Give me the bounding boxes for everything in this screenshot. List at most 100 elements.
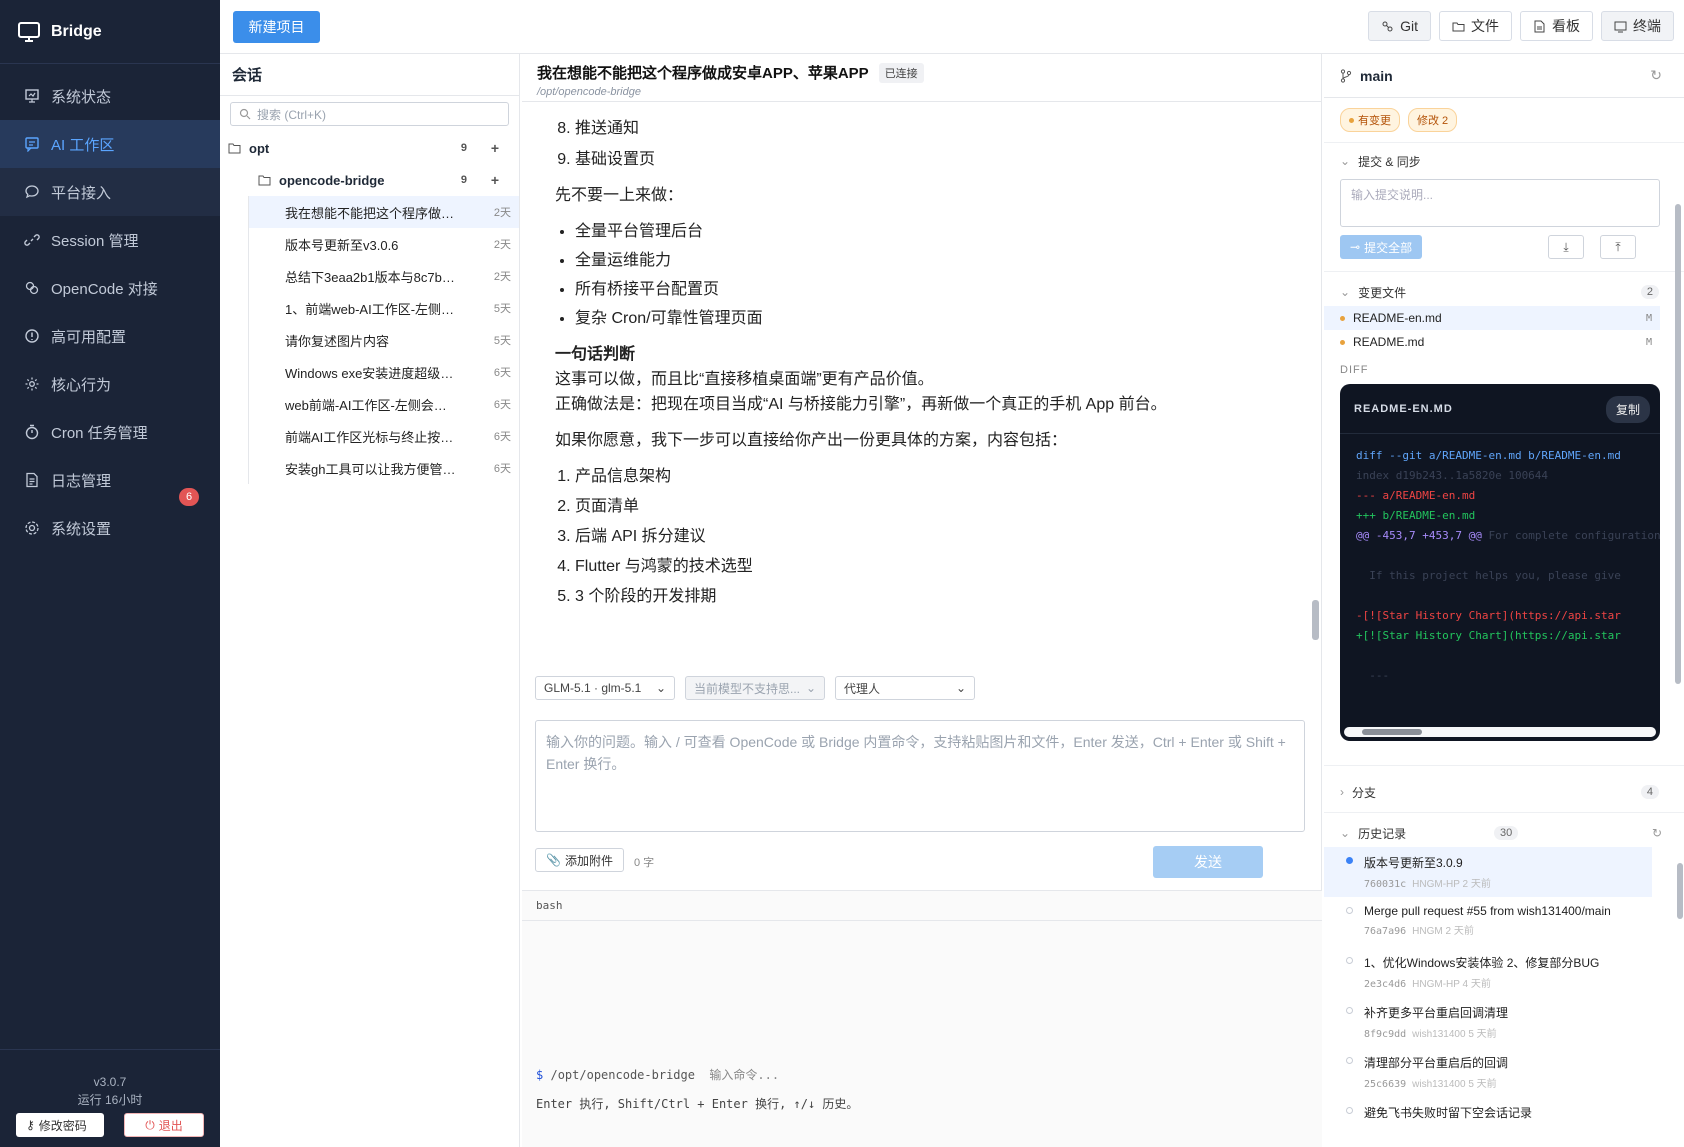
- sidebar-item-core-behavior[interactable]: 核心行为: [0, 360, 220, 408]
- add-session-button[interactable]: +: [491, 172, 499, 188]
- history-section-header[interactable]: ⌄ 历史记录 30 ↻: [1324, 819, 1684, 847]
- history-scrollbar[interactable]: [1676, 847, 1684, 1127]
- upload-icon: ⤒: [1615, 239, 1621, 254]
- model-select[interactable]: GLM-5.1 · glm-5.1 ⌄: [535, 676, 675, 700]
- session-title: 1、前端web-AI工作区-左侧会话列表: [285, 301, 457, 317]
- commit-section-header[interactable]: ⌄ 提交 & 同步: [1324, 147, 1684, 175]
- sidebar-item-ha-config[interactable]: 高可用配置: [0, 312, 220, 360]
- session-item[interactable]: 前端AI工作区光标与终止按钮问题 6天: [248, 420, 519, 452]
- paperclip-icon: 📎: [546, 853, 561, 867]
- new-project-button[interactable]: 新建项目: [233, 11, 320, 43]
- sidebar-item-cron[interactable]: Cron 任务管理: [0, 408, 220, 456]
- files-button[interactable]: 文件: [1439, 11, 1512, 41]
- paragraph: 如果你愿意，我下一步可以直接给你产出一份更具体的方案，内容包括：: [555, 432, 1068, 449]
- word-count: 0 字: [634, 857, 655, 869]
- add-session-button[interactable]: +: [491, 140, 499, 156]
- session-search-input[interactable]: 搜索 (Ctrl+K): [230, 102, 509, 126]
- session-item[interactable]: 请你复述图片内容 5天: [248, 324, 519, 356]
- logout-button[interactable]: ⏻ 退出: [124, 1113, 204, 1137]
- commit-item[interactable]: 清理部分平台重启后的回调 25c6639 wish131400 5 天前: [1324, 1047, 1652, 1097]
- diff-scroll-thumb[interactable]: [1362, 729, 1422, 735]
- git-panel-scrollbar[interactable]: [1674, 194, 1682, 694]
- alert-icon: [25, 329, 39, 343]
- variant-select[interactable]: 当前模型不支持思... ⌄: [685, 676, 825, 700]
- commit-item[interactable]: 补齐更多平台重启回调清理 8f9c9dd wish131400 5 天前: [1324, 997, 1652, 1047]
- commit-message-input[interactable]: 输入提交说明...: [1340, 179, 1660, 227]
- chat-icon: [25, 137, 39, 152]
- list-item: 全量平台管理后台: [575, 221, 1312, 243]
- board-button[interactable]: 看板: [1520, 11, 1593, 41]
- commit-item[interactable]: 1、优化Windows安装体验 2、修复部分BUG 2e3c4d6 HNGM-HP …: [1324, 947, 1652, 997]
- sidebar-item-system-status[interactable]: 系统状态: [0, 72, 220, 120]
- commit-message: Merge pull request #55 from wish131400/m…: [1364, 904, 1611, 918]
- changed-file[interactable]: README-en.md M: [1324, 306, 1660, 330]
- terminal-input[interactable]: $ /opt/opencode-bridge 输入命令...: [536, 1066, 779, 1083]
- chat-header: 我在想能不能把这个程序做成安卓APP、苹果APP 已连接 /opt/opencod…: [522, 54, 1321, 102]
- commit-node-icon: [1346, 1057, 1353, 1064]
- session-item[interactable]: web前端-AI工作区-左侧会话列表优化 6天: [248, 388, 519, 420]
- changes-section-header[interactable]: ⌄ 变更文件 2: [1324, 278, 1684, 306]
- branches-section-header[interactable]: › 分支 4: [1324, 778, 1684, 806]
- session-item[interactable]: Windows exe安装进度超级慢的问题 6天: [248, 356, 519, 388]
- commit-hash: 8f9c9dd: [1364, 1029, 1407, 1040]
- diff-line: For complete configuration: [1481, 529, 1660, 542]
- history-scroll-thumb[interactable]: [1677, 863, 1683, 919]
- diff-horizontal-scrollbar[interactable]: [1344, 727, 1656, 737]
- sidebar-item-session[interactable]: Session 管理: [0, 216, 220, 264]
- sidebar-item-platform-access[interactable]: 平台接入: [0, 168, 220, 216]
- modified-dot-icon: [1340, 315, 1345, 321]
- tree-folder-project[interactable]: opencode-bridge 9 +: [220, 164, 519, 196]
- commit-all-label: 提交全部: [1364, 240, 1413, 255]
- commit-item[interactable]: 版本号更新至3.0.9 760031c HNGM-HP 2 天前: [1324, 847, 1652, 897]
- sidebar-item-opencode[interactable]: OpenCode 对接: [0, 264, 220, 312]
- session-item[interactable]: 版本号更新至v3.0.6 2天: [248, 228, 519, 260]
- sidebar-item-settings[interactable]: 系统设置: [0, 504, 220, 552]
- session-item[interactable]: 安装gh工具可以让我方便管理仓库 6天: [248, 452, 519, 484]
- diff-viewer: README-EN.MD 复制 diff --git a/README-en.md…: [1340, 384, 1660, 741]
- key-icon: ⚷: [26, 1118, 35, 1132]
- brand[interactable]: Bridge: [0, 0, 220, 64]
- sidebar-item-label: 系统状态: [51, 88, 112, 106]
- commit-all-button[interactable]: ⊸ 提交全部: [1340, 235, 1423, 259]
- commit-item[interactable]: 避免飞书失败时留下空会话记录: [1324, 1097, 1652, 1147]
- agent-select[interactable]: 代理人 ⌄: [835, 676, 975, 700]
- commit-time: 4 天前: [1462, 979, 1491, 990]
- session-item[interactable]: 1、前端web-AI工作区-左侧会话列表 5天: [248, 292, 519, 324]
- pull-button[interactable]: ⤓: [1548, 235, 1584, 259]
- chat-scroll-thumb[interactable]: [1312, 600, 1319, 640]
- dashboard-icon: [25, 89, 39, 103]
- paragraph: 正确做法是：把现在项目当成“AI 与桥接能力引擎”，再新做一个真正的手机 App…: [555, 396, 1167, 413]
- session-item[interactable]: 我在想能不能把这个程序做成安卓APP、苹果APP 2天: [248, 196, 519, 228]
- refresh-icon[interactable]: ↻: [1650, 67, 1662, 84]
- push-button[interactable]: ⤒: [1600, 235, 1636, 259]
- session-age: 2天: [493, 271, 511, 283]
- list-item: 全量运维能力: [575, 250, 1312, 272]
- commit-hash: 25c6639: [1364, 1079, 1407, 1090]
- git-scroll-thumb[interactable]: [1675, 204, 1681, 684]
- tree-folder-opt[interactable]: opt 9 +: [220, 132, 519, 164]
- change-password-button[interactable]: ⚷ 修改密码: [16, 1113, 104, 1137]
- file-status: M: [1645, 336, 1652, 348]
- commit-node-icon: [1346, 957, 1353, 964]
- copy-button[interactable]: 复制: [1605, 396, 1650, 423]
- session-title: 前端AI工作区光标与终止按钮问题: [285, 429, 457, 445]
- sidebar-item-label: AI 工作区: [51, 136, 115, 154]
- attach-button[interactable]: 📎 添加附件: [535, 848, 624, 872]
- sidebar-item-ai-workspace[interactable]: AI 工作区: [0, 120, 220, 168]
- chat-scrollbar[interactable]: [1309, 110, 1321, 665]
- send-button[interactable]: 发送: [1153, 846, 1263, 878]
- brand-name: Bridge: [51, 22, 102, 40]
- diff-line: ---: [1356, 669, 1390, 682]
- sidebar: Bridge 系统状态 AI 工作区 平台接入 Session 管理 OpenC…: [0, 0, 220, 1147]
- changed-file[interactable]: README.md M: [1324, 330, 1660, 354]
- git-button[interactable]: Git: [1368, 11, 1431, 41]
- session-item[interactable]: 总结下3eaa2b1版本与8c7b的区别 2天: [248, 260, 519, 292]
- chevron-down-icon: ⌄: [1340, 154, 1351, 168]
- chat-input[interactable]: 输入你的问题。输入 / 可查看 OpenCode 或 Bridge 内置命令，支…: [535, 720, 1305, 832]
- refresh-icon[interactable]: ↻: [1652, 826, 1662, 840]
- terminal-button[interactable]: 终端: [1601, 11, 1674, 41]
- commit-node-icon: [1346, 857, 1353, 864]
- session-list: 我在想能不能把这个程序做成安卓APP、苹果APP 2天 版本号更新至v3.0.6 2…: [220, 196, 519, 484]
- change-password-label: 修改密码: [38, 1118, 87, 1133]
- commit-item[interactable]: Merge pull request #55 from wish131400/m…: [1324, 897, 1652, 947]
